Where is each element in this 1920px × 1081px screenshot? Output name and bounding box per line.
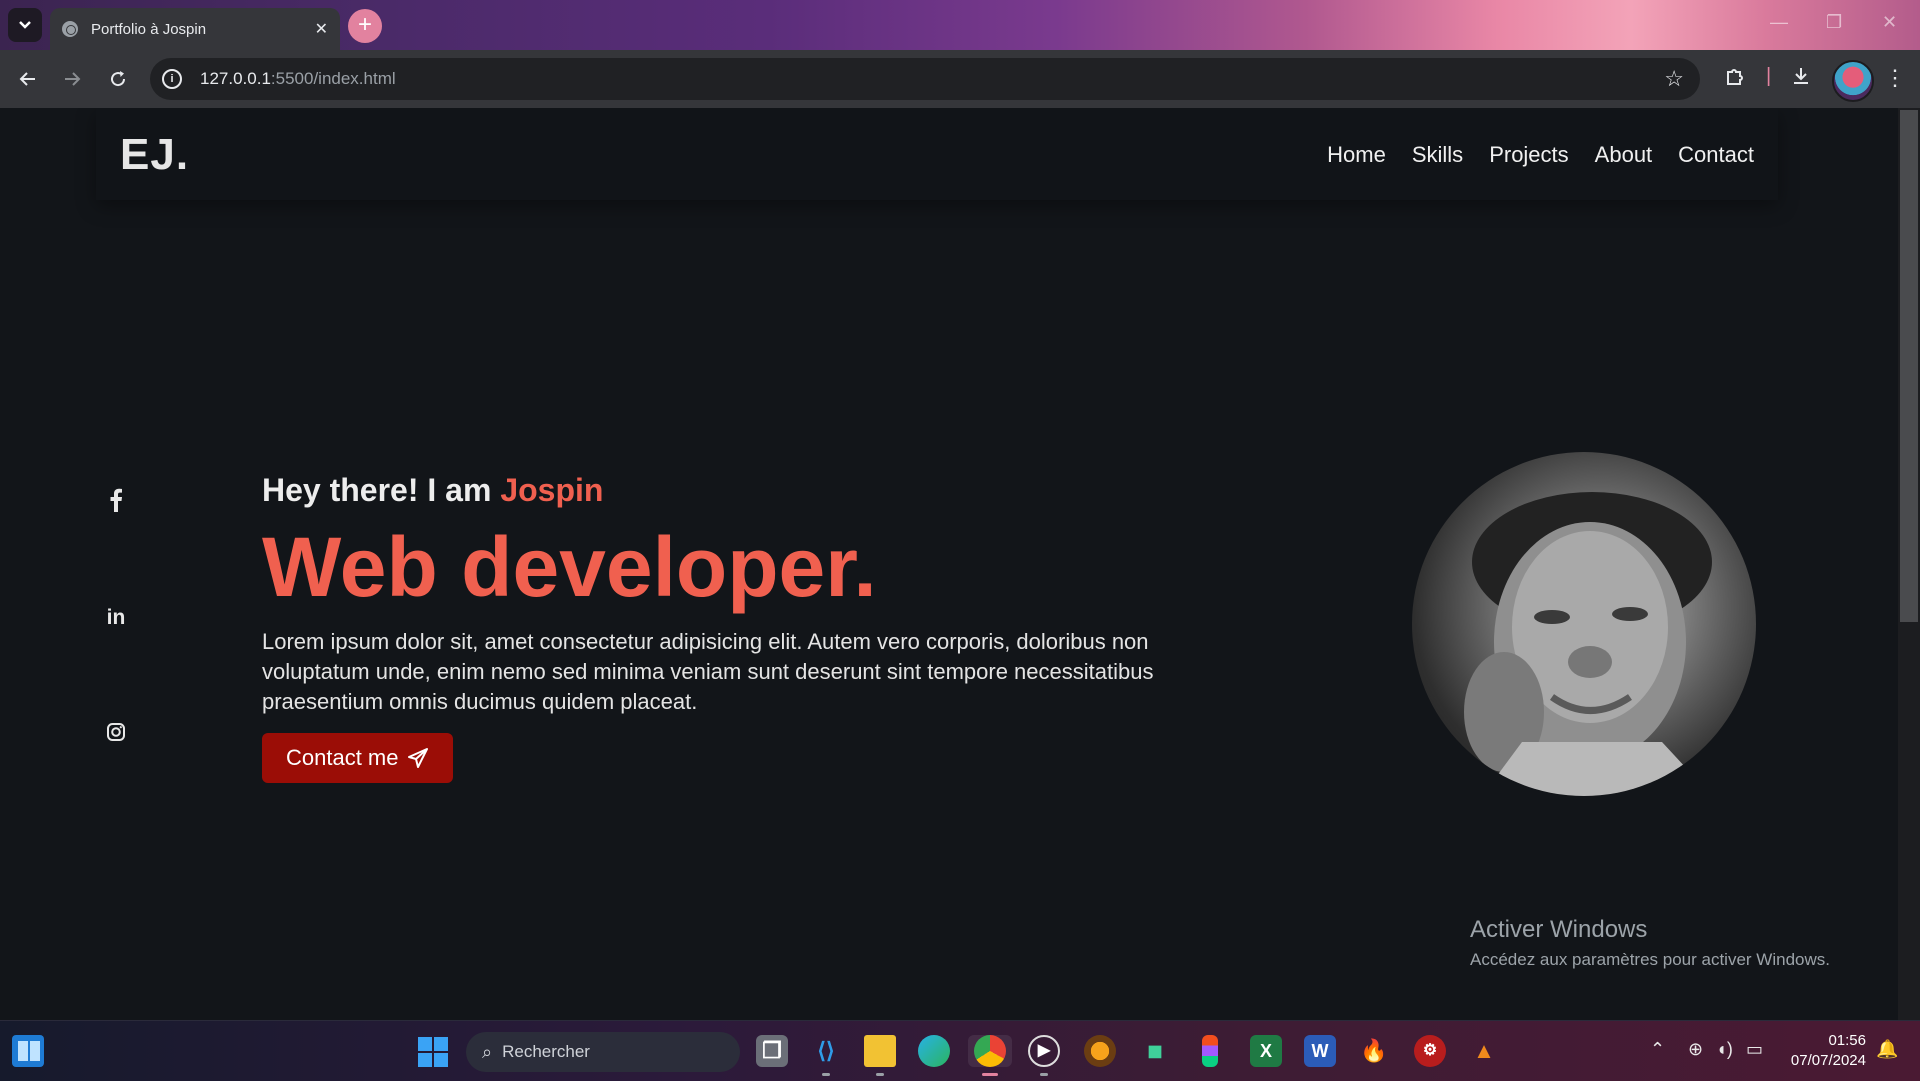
windows-activation-title: Activer Windows	[1470, 916, 1648, 943]
greeting-name: Jospin	[500, 472, 604, 508]
browser-toolbar: i 127.0.0.1:5500/index.html ☆ | ⋮	[0, 50, 1920, 108]
chrome-icon[interactable]	[974, 1035, 1006, 1067]
running-indicator	[876, 1073, 884, 1076]
network-icon[interactable]: ⊕	[1688, 1039, 1703, 1060]
taskbar-search-placeholder: Rechercher	[502, 1042, 590, 1061]
task-view-icon[interactable]: ❐	[756, 1035, 788, 1067]
active-indicator	[982, 1073, 998, 1076]
page-viewport: EJ. Home Skills Projects About Contact i…	[0, 108, 1898, 1020]
downloads-icon[interactable]	[1790, 65, 1812, 93]
menu-kebab-icon[interactable]: ⋮	[1884, 65, 1906, 91]
back-button[interactable]	[14, 65, 42, 93]
bookmark-star-icon[interactable]: ☆	[1664, 66, 1684, 92]
figma-icon[interactable]	[1202, 1035, 1218, 1067]
taskbar-clock[interactable]: 01:56 07/07/2024	[1786, 1031, 1866, 1071]
site-logo[interactable]: EJ.	[120, 130, 189, 180]
battery-icon[interactable]: ▭	[1746, 1039, 1763, 1060]
reload-button[interactable]	[104, 65, 132, 93]
nav-projects[interactable]: Projects	[1489, 142, 1568, 168]
nav-about[interactable]: About	[1595, 142, 1653, 168]
word-icon[interactable]: W	[1304, 1035, 1336, 1067]
forward-button[interactable]	[58, 65, 86, 93]
chevron-up-icon[interactable]: ⌃	[1650, 1039, 1665, 1060]
chevron-down-icon	[19, 21, 31, 29]
tab-search-button[interactable]	[8, 8, 42, 42]
site-navbar: EJ. Home Skills Projects About Contact	[96, 108, 1778, 200]
clock-date: 07/07/2024	[1790, 1052, 1866, 1069]
firebase-icon[interactable]: 🔥	[1358, 1035, 1390, 1067]
hero-greeting: Hey there! I am Jospin	[262, 472, 1262, 509]
running-indicator	[1040, 1073, 1048, 1076]
linkedin-icon[interactable]: in	[104, 606, 128, 630]
hero-bio: Lorem ipsum dolor sit, amet consectetur …	[262, 629, 1154, 714]
app-red-icon[interactable]: ⚙	[1414, 1035, 1446, 1067]
restore-button[interactable]: ❐	[1826, 12, 1842, 33]
running-indicator	[822, 1073, 830, 1076]
search-icon: ⌕	[482, 1041, 493, 1062]
file-explorer-icon[interactable]	[864, 1035, 896, 1067]
taskbar: ⌕ Rechercher ❐ ⟨⟩ ▶ ◆ X W 🔥 ⚙ ▲ ⌃ ⊕ ◖) ▭…	[0, 1020, 1920, 1081]
media-player-icon[interactable]: ▶	[1028, 1035, 1060, 1067]
facebook-icon[interactable]	[104, 488, 128, 512]
address-bar[interactable]: i 127.0.0.1:5500/index.html ☆	[150, 58, 1700, 100]
arrow-left-icon	[19, 72, 35, 86]
scrollbar-thumb[interactable]	[1900, 110, 1918, 622]
vscode-icon[interactable]: ⟨⟩	[810, 1035, 842, 1067]
volume-icon[interactable]: ◖)	[1716, 1039, 1733, 1060]
notification-bell-icon[interactable]: 🔔	[1876, 1039, 1898, 1060]
profile-photo	[1412, 452, 1756, 796]
extensions-icon[interactable]	[1724, 65, 1746, 93]
hero-role-title: Web developer.	[262, 520, 877, 614]
hero-section: Hey there! I am Jospin Web developer. Lo…	[262, 472, 1262, 783]
window-close-button[interactable]: ✕	[1882, 12, 1897, 33]
greeting-prefix: Hey there! I am	[262, 472, 492, 508]
contact-me-label: Contact me	[286, 745, 399, 770]
profile-avatar[interactable]	[1832, 60, 1874, 102]
site-info-icon[interactable]: i	[162, 69, 182, 89]
tab-close-button[interactable]: ✕	[315, 19, 328, 39]
git-icon[interactable]: ◆	[1133, 1028, 1178, 1073]
excel-icon[interactable]: X	[1250, 1035, 1282, 1067]
new-tab-button[interactable]: +	[348, 9, 382, 43]
minimize-button[interactable]: —	[1770, 12, 1788, 33]
fl-studio-icon[interactable]	[1084, 1035, 1116, 1067]
windows-activation-subtitle: Accédez aux paramètres pour activer Wind…	[1470, 950, 1830, 969]
toolbar-divider: |	[1766, 65, 1772, 87]
widgets-button[interactable]	[12, 1035, 44, 1067]
nav-skills[interactable]: Skills	[1412, 142, 1463, 168]
globe-icon	[62, 21, 78, 37]
start-button[interactable]	[418, 1037, 448, 1067]
arrow-right-icon	[65, 72, 81, 86]
nav-home[interactable]: Home	[1327, 142, 1386, 168]
paper-plane-icon	[407, 748, 428, 768]
nav-links: Home Skills Projects About Contact	[1327, 142, 1754, 168]
browser-tab[interactable]: Portfolio à Jospin ✕	[50, 8, 340, 50]
edge-icon[interactable]	[918, 1035, 950, 1067]
tab-title: Portfolio à Jospin	[91, 20, 207, 38]
vlc-icon[interactable]: ▲	[1468, 1035, 1500, 1067]
reload-icon	[111, 71, 126, 87]
contact-me-button[interactable]: Contact me	[262, 733, 453, 783]
url-text[interactable]: 127.0.0.1:5500/index.html	[200, 69, 396, 89]
taskbar-search[interactable]: ⌕ Rechercher	[466, 1032, 740, 1072]
nav-contact[interactable]: Contact	[1678, 142, 1754, 168]
instagram-icon[interactable]	[104, 722, 128, 746]
browser-tab-bar: Portfolio à Jospin ✕ + — ❐ ✕	[0, 0, 1920, 50]
clock-time: 01:56	[1828, 1032, 1866, 1049]
